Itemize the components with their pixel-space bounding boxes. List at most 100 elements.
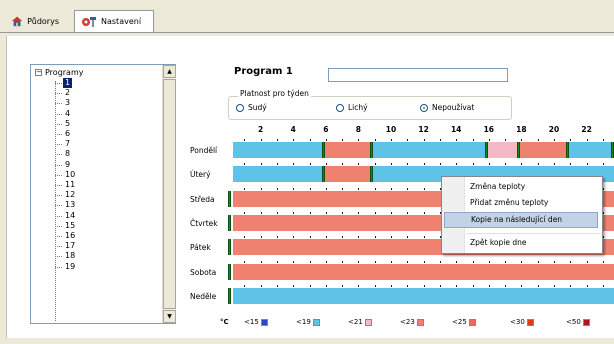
tree-item-program[interactable]: 13 <box>63 200 77 210</box>
tree-item-program[interactable]: 3 <box>63 98 72 108</box>
temperature-segment[interactable] <box>233 166 323 183</box>
tree-item-program[interactable]: 6 <box>63 129 72 139</box>
hour-tick <box>260 139 262 141</box>
tree-item-program[interactable]: 2 <box>63 88 72 98</box>
day-schedule-bar[interactable] <box>233 263 614 280</box>
tree-item-program[interactable]: 4 <box>63 109 72 119</box>
temperature-change-marker[interactable] <box>228 239 231 256</box>
temperature-change-marker[interactable] <box>370 142 374 158</box>
temperature-swatch <box>312 318 320 326</box>
tree-item-program[interactable]: 16 <box>63 231 77 241</box>
hour-tick <box>554 163 555 166</box>
tree-item-program[interactable]: 1 <box>63 78 73 88</box>
temperature-scale-item: <15 <box>244 318 268 326</box>
temperature-change-marker[interactable] <box>370 166 374 183</box>
temperature-change-marker[interactable] <box>228 214 231 231</box>
scroll-up-arrow-icon[interactable]: ▲ <box>163 65 176 78</box>
tree-connector <box>55 225 62 227</box>
temperature-swatch <box>416 318 424 326</box>
temperature-scale-label: <19 <box>296 318 311 326</box>
hour-tick <box>374 236 376 239</box>
tree-item-program[interactable]: 5 <box>63 119 72 129</box>
hour-tick <box>276 163 278 166</box>
hour-tick <box>374 260 376 263</box>
temperature-change-marker[interactable] <box>517 142 521 158</box>
tree-connector <box>55 205 62 207</box>
program-tree[interactable]: − Programy 1 2 3 4 5 6 7 8 9 10 11 12 13 14 15 16 17 18 19 <box>30 64 176 324</box>
hour-label: 10 <box>385 125 397 134</box>
temperature-segment[interactable] <box>233 142 323 158</box>
hour-tick <box>537 284 539 287</box>
temperature-change-marker[interactable] <box>484 142 488 158</box>
menu-item-kopie-na-nasledujici-den[interactable]: Kopie na následující den <box>444 212 598 228</box>
temperature-segment[interactable] <box>233 263 614 280</box>
temperature-change-marker[interactable] <box>228 287 231 304</box>
temperature-segment[interactable] <box>233 287 614 304</box>
radio-nepouzivat[interactable]: Nepoužívat <box>420 103 474 112</box>
radio-sudy-dot[interactable] <box>236 103 244 112</box>
hour-tick <box>293 260 295 263</box>
tree-item-program[interactable]: 17 <box>63 241 77 251</box>
tree-item-program[interactable]: 14 <box>63 211 77 221</box>
temperature-segment[interactable] <box>371 142 486 158</box>
hour-tick <box>342 187 344 190</box>
tree-item-program[interactable]: 7 <box>63 139 72 149</box>
hour-tick <box>505 260 507 263</box>
collapse-icon[interactable]: − <box>35 69 42 76</box>
temperature-change-marker[interactable] <box>228 190 231 207</box>
day-schedule-bar[interactable] <box>233 287 614 304</box>
hour-tick <box>472 284 474 287</box>
hour-tick <box>407 236 409 239</box>
hour-tick <box>407 284 409 287</box>
tree-item-program[interactable]: 11 <box>63 180 77 190</box>
day-label: Čtvrtek <box>190 218 218 228</box>
temperature-segment[interactable] <box>485 142 519 158</box>
tree-item-program[interactable]: 19 <box>63 262 77 272</box>
temperature-segment[interactable] <box>322 166 372 183</box>
hour-tick <box>260 211 262 214</box>
temperature-segment[interactable] <box>567 142 614 158</box>
temperature-scale-label: <25 <box>452 318 467 326</box>
radio-nepouzivat-dot[interactable] <box>420 103 428 112</box>
radio-sudy[interactable]: Sudý <box>236 103 267 112</box>
hour-label: 14 <box>450 125 462 134</box>
hour-tick <box>309 284 311 287</box>
temperature-swatch <box>364 318 372 326</box>
temperature-scale-item: <25 <box>452 318 476 326</box>
hour-tick <box>391 284 392 287</box>
tree-item-program[interactable]: 12 <box>63 190 77 200</box>
program-name-input[interactable] <box>328 68 508 82</box>
tree-item-program[interactable]: 15 <box>63 221 77 231</box>
tree-item-program[interactable]: 8 <box>63 149 72 159</box>
hour-tick <box>293 139 295 141</box>
tree-connector <box>55 83 62 84</box>
day-label: Pondělí <box>190 146 218 155</box>
tab-nastaveni[interactable]: Nastavení <box>74 10 154 32</box>
hour-tick <box>521 284 523 287</box>
tree-item-program[interactable]: 9 <box>63 160 72 170</box>
temperature-change-marker[interactable] <box>321 142 325 158</box>
radio-lichy-dot[interactable] <box>336 103 344 112</box>
hour-tick <box>407 163 409 166</box>
temperature-change-marker[interactable] <box>228 263 231 280</box>
tree-item-program[interactable]: 18 <box>63 251 77 261</box>
tab-pudorys[interactable]: Půdorys <box>4 10 66 32</box>
temperature-change-marker[interactable] <box>321 166 325 183</box>
menu-item-zpet-kopie-dne[interactable]: Zpět kopie dne <box>444 235 598 251</box>
tree-root[interactable]: − Programy <box>35 68 84 77</box>
hour-tick <box>602 187 604 190</box>
temperature-swatch <box>526 318 534 326</box>
temperature-change-marker[interactable] <box>566 142 570 158</box>
house-icon <box>11 16 23 27</box>
temperature-segment[interactable] <box>322 142 372 158</box>
scroll-thumb[interactable] <box>163 79 176 309</box>
temperature-segment[interactable] <box>518 142 568 158</box>
tree-item-program[interactable]: 10 <box>63 170 77 180</box>
tree-scrollbar[interactable]: ▲ ▼ <box>162 65 176 323</box>
scroll-down-arrow-icon[interactable]: ▼ <box>163 310 176 323</box>
hour-tick <box>456 163 458 166</box>
radio-lichy[interactable]: Lichý <box>336 103 368 112</box>
menu-item-zmena-teploty[interactable]: Změna teploty <box>444 179 598 195</box>
day-schedule-bar[interactable] <box>233 142 614 158</box>
menu-item-pridat-zmenu[interactable]: Přidat změnu teploty <box>444 195 598 211</box>
